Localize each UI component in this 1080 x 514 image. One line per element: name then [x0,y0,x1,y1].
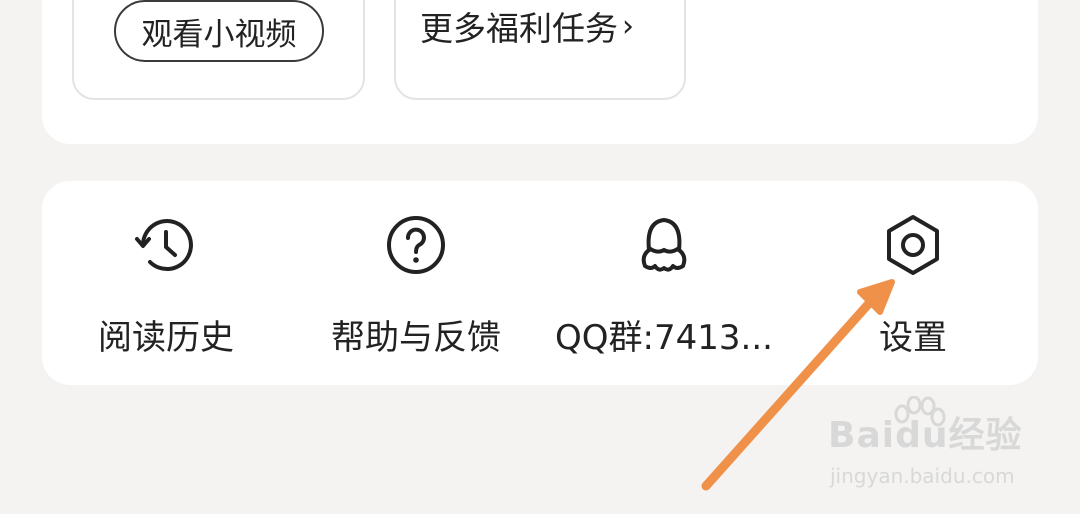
annotation-arrow-icon [701,279,895,491]
